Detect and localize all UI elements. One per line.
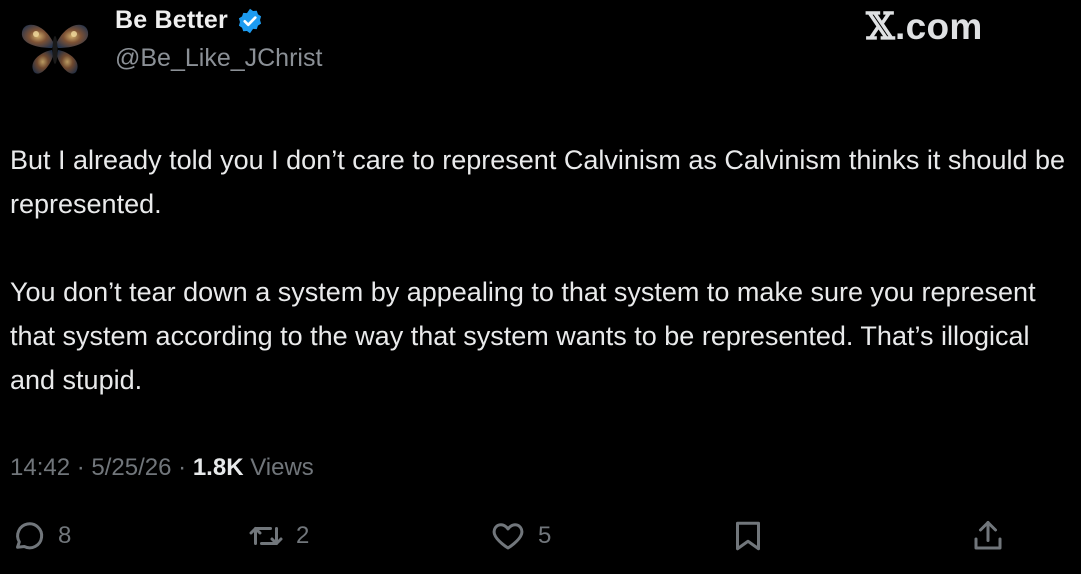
post-meta: 14:42 · 5/25/26 · 1.8K Views: [10, 454, 314, 482]
reply-button[interactable]: 8: [10, 518, 71, 554]
post-time[interactable]: 14:42: [10, 454, 70, 481]
post-text: But I already told you I don’t care to r…: [10, 138, 1070, 402]
post-paragraph: But I already told you I don’t care to r…: [10, 145, 1066, 219]
views-count: 1.8K: [192, 454, 244, 481]
like-button[interactable]: 5: [490, 518, 551, 554]
x-watermark: 𝕏.com: [866, 4, 983, 48]
author-handle[interactable]: @Be_Like_JChrist: [115, 44, 322, 73]
like-count: 5: [538, 522, 552, 549]
author-display-name[interactable]: Be Better: [115, 6, 228, 35]
repost-icon: [249, 527, 283, 545]
reply-count: 8: [58, 522, 72, 549]
avatar[interactable]: [18, 14, 92, 80]
verified-badge-icon: [238, 8, 262, 33]
share-button[interactable]: [970, 518, 1006, 554]
watermark-domain: .com: [895, 6, 983, 47]
post-paragraph: You don’t tear down a system by appealin…: [10, 277, 1036, 395]
repost-button[interactable]: 2: [248, 518, 309, 554]
bookmark-icon: [736, 521, 760, 551]
meta-separator: ·: [178, 454, 187, 481]
views-label: Views: [250, 454, 314, 481]
bookmark-button[interactable]: [730, 518, 766, 554]
action-bar: 8 2 5: [0, 512, 1081, 564]
repost-count: 2: [296, 522, 310, 549]
share-icon: [974, 521, 1002, 550]
author-name-row[interactable]: Be Better: [115, 6, 264, 35]
meta-separator: ·: [76, 454, 85, 481]
butterfly-avatar-icon: [21, 24, 89, 74]
x-logo-icon: 𝕏: [866, 4, 896, 48]
heart-icon: [492, 523, 524, 550]
reply-icon: [16, 522, 44, 550]
post-date[interactable]: 5/25/26: [91, 454, 171, 481]
